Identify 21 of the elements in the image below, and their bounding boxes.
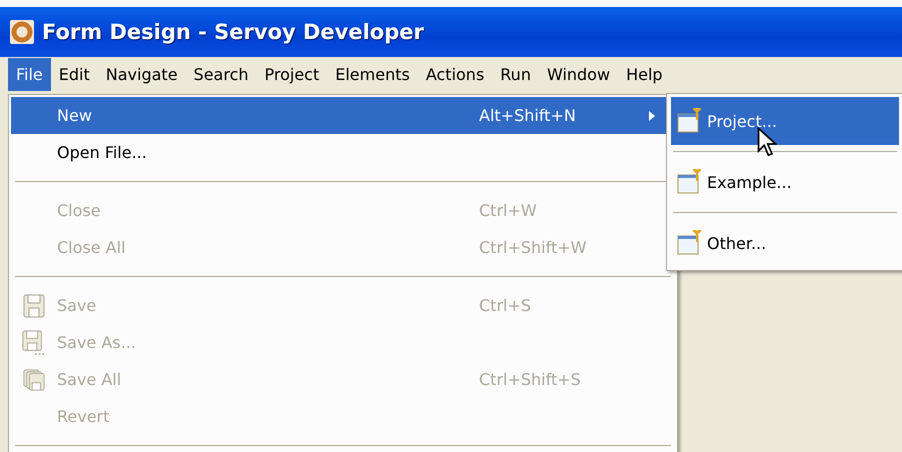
submenu-item[interactable]: Example... [671,158,899,206]
floppy-disks-icon [23,368,45,392]
floppy-disk-icon [22,330,46,356]
menu-bar-item[interactable]: Project [256,58,328,90]
new-window-icon [677,230,703,256]
submenu-arrow-icon [649,110,655,120]
menu-bar-item[interactable]: Window [538,58,618,90]
menu-bar-item[interactable]: Elements [327,58,418,90]
menu-bar-item[interactable]: Actions [418,58,492,90]
menu-bar-item[interactable]: Search [186,58,256,90]
new-window-icon [677,108,703,134]
window-title: Form Design - Servoy Developer [42,20,424,44]
new-window-icon [677,169,703,195]
submenu-item[interactable]: Other... [671,219,899,267]
menu-bar-item[interactable]: File [8,58,51,90]
menu-bar-item[interactable]: Help [618,58,671,90]
menu-bar-item[interactable]: Edit [50,58,98,90]
submenu-item[interactable]: Project... [671,97,899,145]
app-icon [10,20,34,44]
menu-bar-item[interactable]: Run [492,58,539,90]
menu-bar-item[interactable]: Navigate [98,58,186,90]
